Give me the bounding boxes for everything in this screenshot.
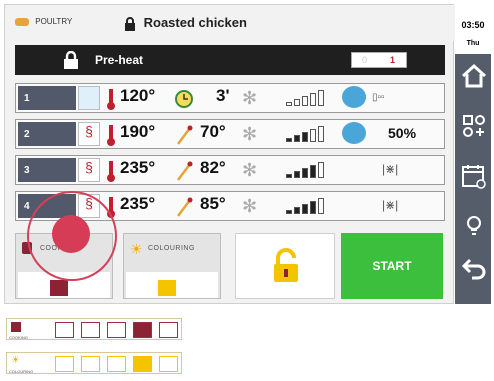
unlock-button[interactable] (235, 233, 335, 299)
lock-icon (125, 16, 135, 31)
legend-cell-selected (133, 356, 152, 372)
fan-speed-bar[interactable] (286, 162, 330, 178)
core-temp[interactable]: 70° (200, 122, 226, 142)
touch-point (52, 215, 90, 253)
phase-time[interactable]: 3' (216, 86, 230, 106)
calendar-icon[interactable] (460, 162, 488, 190)
cooking-level-swatch (50, 280, 68, 296)
thermometer-icon (107, 89, 115, 110)
unlock-icon (274, 248, 298, 282)
cooking-legend-icon (11, 322, 21, 332)
colouring-card[interactable]: ☀ COLOURING (123, 233, 221, 299)
oven-screen: POULTRY Roasted chicken Pre-heat 0 1 1 1… (4, 4, 455, 304)
damper-icon[interactable]: |⋇| (382, 198, 398, 212)
thermometer-icon (107, 125, 115, 146)
legend-cell (55, 322, 74, 338)
phase-row[interactable]: 1 120° 3' ✻ ▯▫▫ (15, 83, 445, 113)
colouring-legend: ☀ COLOURING (6, 352, 182, 374)
phase-temp[interactable]: 235° (120, 158, 155, 178)
probe-icon (177, 161, 193, 181)
colouring-legend-label: COLOURING (9, 369, 34, 374)
bulb-icon[interactable] (460, 212, 488, 240)
vent-icon[interactable]: ▯▫▫ (372, 92, 385, 103)
legend-cell (81, 322, 100, 338)
phase-temp[interactable]: 120° (120, 86, 155, 106)
legend-cell (159, 322, 178, 338)
fan-icon: ✻ (242, 160, 258, 180)
back-icon[interactable] (460, 254, 488, 282)
core-temp[interactable]: 85° (200, 194, 226, 214)
legend-cell (107, 322, 126, 338)
toggle-off: 0 (362, 55, 368, 65)
fan-speed-bar[interactable] (286, 198, 330, 214)
phase-number: 1 (18, 86, 76, 110)
settings-icon[interactable] (460, 112, 488, 140)
start-button[interactable]: START (341, 233, 443, 299)
steam-mode-icon[interactable] (78, 86, 100, 110)
fan-icon: ✻ (242, 124, 258, 144)
cooking-legend: COOKING (6, 318, 182, 340)
recipe-name: Roasted chicken (143, 15, 247, 30)
phase-row[interactable]: 2 § 190° 70° ✻ 50% (15, 119, 445, 149)
fan-speed-bar[interactable] (286, 90, 330, 106)
phase-row[interactable]: 3 § 235° 82° ✻ |⋇| (15, 155, 445, 185)
preheat-label: Pre-heat (95, 53, 144, 67)
phase-number: 2 (18, 122, 76, 146)
humidity-value[interactable]: 50% (388, 125, 416, 141)
clock-day: Thu (466, 40, 480, 47)
cooking-legend-label: COOKING (9, 335, 28, 340)
clock-icon (175, 90, 193, 108)
probe-icon (177, 197, 193, 217)
home-icon[interactable] (460, 62, 488, 90)
probe-icon (177, 125, 193, 145)
core-temp[interactable]: 82° (200, 158, 226, 178)
convection-mode-icon[interactable]: § (78, 158, 100, 182)
lock-icon (64, 51, 78, 69)
category-label: POULTRY (35, 17, 73, 26)
colouring-legend-icon: ☀ (11, 355, 20, 366)
thermometer-icon (107, 161, 115, 182)
fan-speed-bar[interactable] (286, 126, 330, 142)
damper-icon[interactable]: |⋇| (382, 162, 398, 176)
category[interactable]: POULTRY (15, 17, 72, 26)
steam-icon (342, 86, 366, 108)
legend-cell (107, 356, 126, 372)
legend-cell (81, 356, 100, 372)
sun-icon: ☀ (130, 241, 143, 257)
phase-number: 3 (18, 158, 76, 182)
topbar: POULTRY Roasted chicken (5, 5, 455, 41)
fan-icon: ✻ (242, 196, 258, 216)
phase-temp[interactable]: 235° (120, 194, 155, 214)
colouring-label: COLOURING (148, 245, 195, 252)
steam-icon (342, 122, 366, 144)
legend-cell (159, 356, 178, 372)
phase-temp[interactable]: 190° (120, 122, 155, 142)
poultry-icon (15, 17, 29, 26)
legend-cell-selected (133, 322, 152, 338)
combi-mode-icon[interactable]: § (78, 122, 100, 146)
fan-icon: ✻ (242, 88, 258, 108)
preheat-bar[interactable]: Pre-heat 0 1 (15, 45, 445, 75)
clock-time: 03:50 (461, 20, 485, 30)
recipe-title: Roasted chicken (123, 15, 247, 31)
legend-cell (55, 356, 74, 372)
preheat-toggle[interactable]: 0 1 (351, 52, 407, 68)
colouring-level-swatch (158, 280, 176, 296)
toggle-on: 1 (390, 55, 396, 65)
